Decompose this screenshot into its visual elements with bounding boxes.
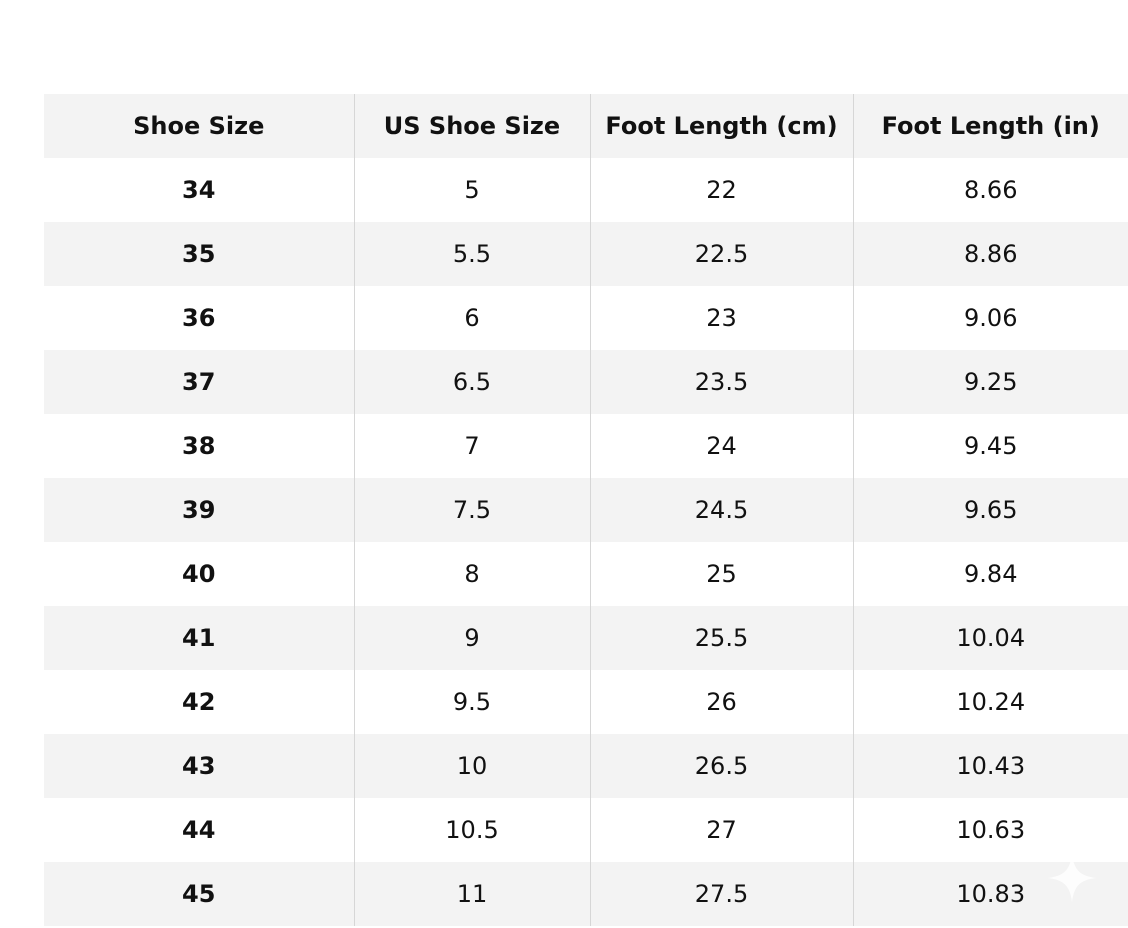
header-row: Shoe Size US Shoe Size Foot Length (cm) … <box>44 94 1128 158</box>
foot-length-cm-cell: 24.5 <box>589 478 853 542</box>
foot-length-cm-cell: 26.5 <box>589 734 853 798</box>
table-row: 34 5 22 8.66 <box>44 158 1128 222</box>
table-row: 38 7 24 9.45 <box>44 414 1128 478</box>
table-row: 44 10.5 27 10.63 <box>44 798 1128 862</box>
foot-length-in-cell: 9.84 <box>852 542 1128 606</box>
foot-length-in-cell: 9.06 <box>852 286 1128 350</box>
foot-length-cm-cell: 25 <box>589 542 853 606</box>
us-size-cell: 8 <box>353 542 590 606</box>
foot-length-in-cell: 10.24 <box>852 670 1128 734</box>
eu-size-cell: 34 <box>44 158 354 222</box>
foot-length-in-cell: 9.45 <box>852 414 1128 478</box>
header-foot-length-cm: Foot Length (cm) <box>589 94 853 158</box>
foot-length-in-cell: 8.66 <box>852 158 1128 222</box>
us-size-cell: 7 <box>353 414 590 478</box>
foot-length-cm-cell: 23.5 <box>589 350 853 414</box>
foot-length-cm-cell: 27 <box>589 798 853 862</box>
us-size-cell: 6.5 <box>353 350 590 414</box>
us-size-cell: 7.5 <box>353 478 590 542</box>
shoe-size-table: Shoe Size US Shoe Size Foot Length (cm) … <box>44 94 1128 926</box>
us-size-cell: 6 <box>353 286 590 350</box>
table-row: 35 5.5 22.5 8.86 <box>44 222 1128 286</box>
eu-size-cell: 44 <box>44 798 354 862</box>
header-shoe-size: Shoe Size <box>44 94 354 158</box>
us-size-cell: 5.5 <box>353 222 590 286</box>
us-size-cell: 5 <box>353 158 590 222</box>
table-row: 41 9 25.5 10.04 <box>44 606 1128 670</box>
foot-length-cm-cell: 26 <box>589 670 853 734</box>
foot-length-cm-cell: 24 <box>589 414 853 478</box>
table-row: 36 6 23 9.06 <box>44 286 1128 350</box>
eu-size-cell: 38 <box>44 414 354 478</box>
sparkle-icon <box>1048 854 1096 902</box>
eu-size-cell: 43 <box>44 734 354 798</box>
eu-size-cell: 41 <box>44 606 354 670</box>
eu-size-cell: 35 <box>44 222 354 286</box>
us-size-cell: 9 <box>353 606 590 670</box>
foot-length-cm-cell: 23 <box>589 286 853 350</box>
us-size-cell: 11 <box>353 862 590 926</box>
table-row: 42 9.5 26 10.24 <box>44 670 1128 734</box>
eu-size-cell: 36 <box>44 286 354 350</box>
foot-length-in-cell: 10.43 <box>852 734 1128 798</box>
foot-length-in-cell: 10.04 <box>852 606 1128 670</box>
us-size-cell: 9.5 <box>353 670 590 734</box>
foot-length-cm-cell: 25.5 <box>589 606 853 670</box>
header-us-shoe-size: US Shoe Size <box>353 94 590 158</box>
foot-length-in-cell: 8.86 <box>852 222 1128 286</box>
table-row: 37 6.5 23.5 9.25 <box>44 350 1128 414</box>
page: Shoe Size US Shoe Size Foot Length (cm) … <box>0 0 1128 928</box>
eu-size-cell: 42 <box>44 670 354 734</box>
foot-length-in-cell: 9.25 <box>852 350 1128 414</box>
table-row: 45 11 27.5 10.83 <box>44 862 1128 926</box>
table-body: 34 5 22 8.66 35 5.5 22.5 8.86 36 6 23 9.06 37 6.5 23.5… <box>44 158 1128 926</box>
foot-length-cm-cell: 22.5 <box>589 222 853 286</box>
eu-size-cell: 45 <box>44 862 354 926</box>
foot-length-cm-cell: 22 <box>589 158 853 222</box>
table-row: 39 7.5 24.5 9.65 <box>44 478 1128 542</box>
us-size-cell: 10 <box>353 734 590 798</box>
header-foot-length-in: Foot Length (in) <box>852 94 1128 158</box>
table-row: 40 8 25 9.84 <box>44 542 1128 606</box>
foot-length-cm-cell: 27.5 <box>589 862 853 926</box>
eu-size-cell: 39 <box>44 478 354 542</box>
foot-length-in-cell: 9.65 <box>852 478 1128 542</box>
us-size-cell: 10.5 <box>353 798 590 862</box>
eu-size-cell: 37 <box>44 350 354 414</box>
eu-size-cell: 40 <box>44 542 354 606</box>
table-row: 43 10 26.5 10.43 <box>44 734 1128 798</box>
